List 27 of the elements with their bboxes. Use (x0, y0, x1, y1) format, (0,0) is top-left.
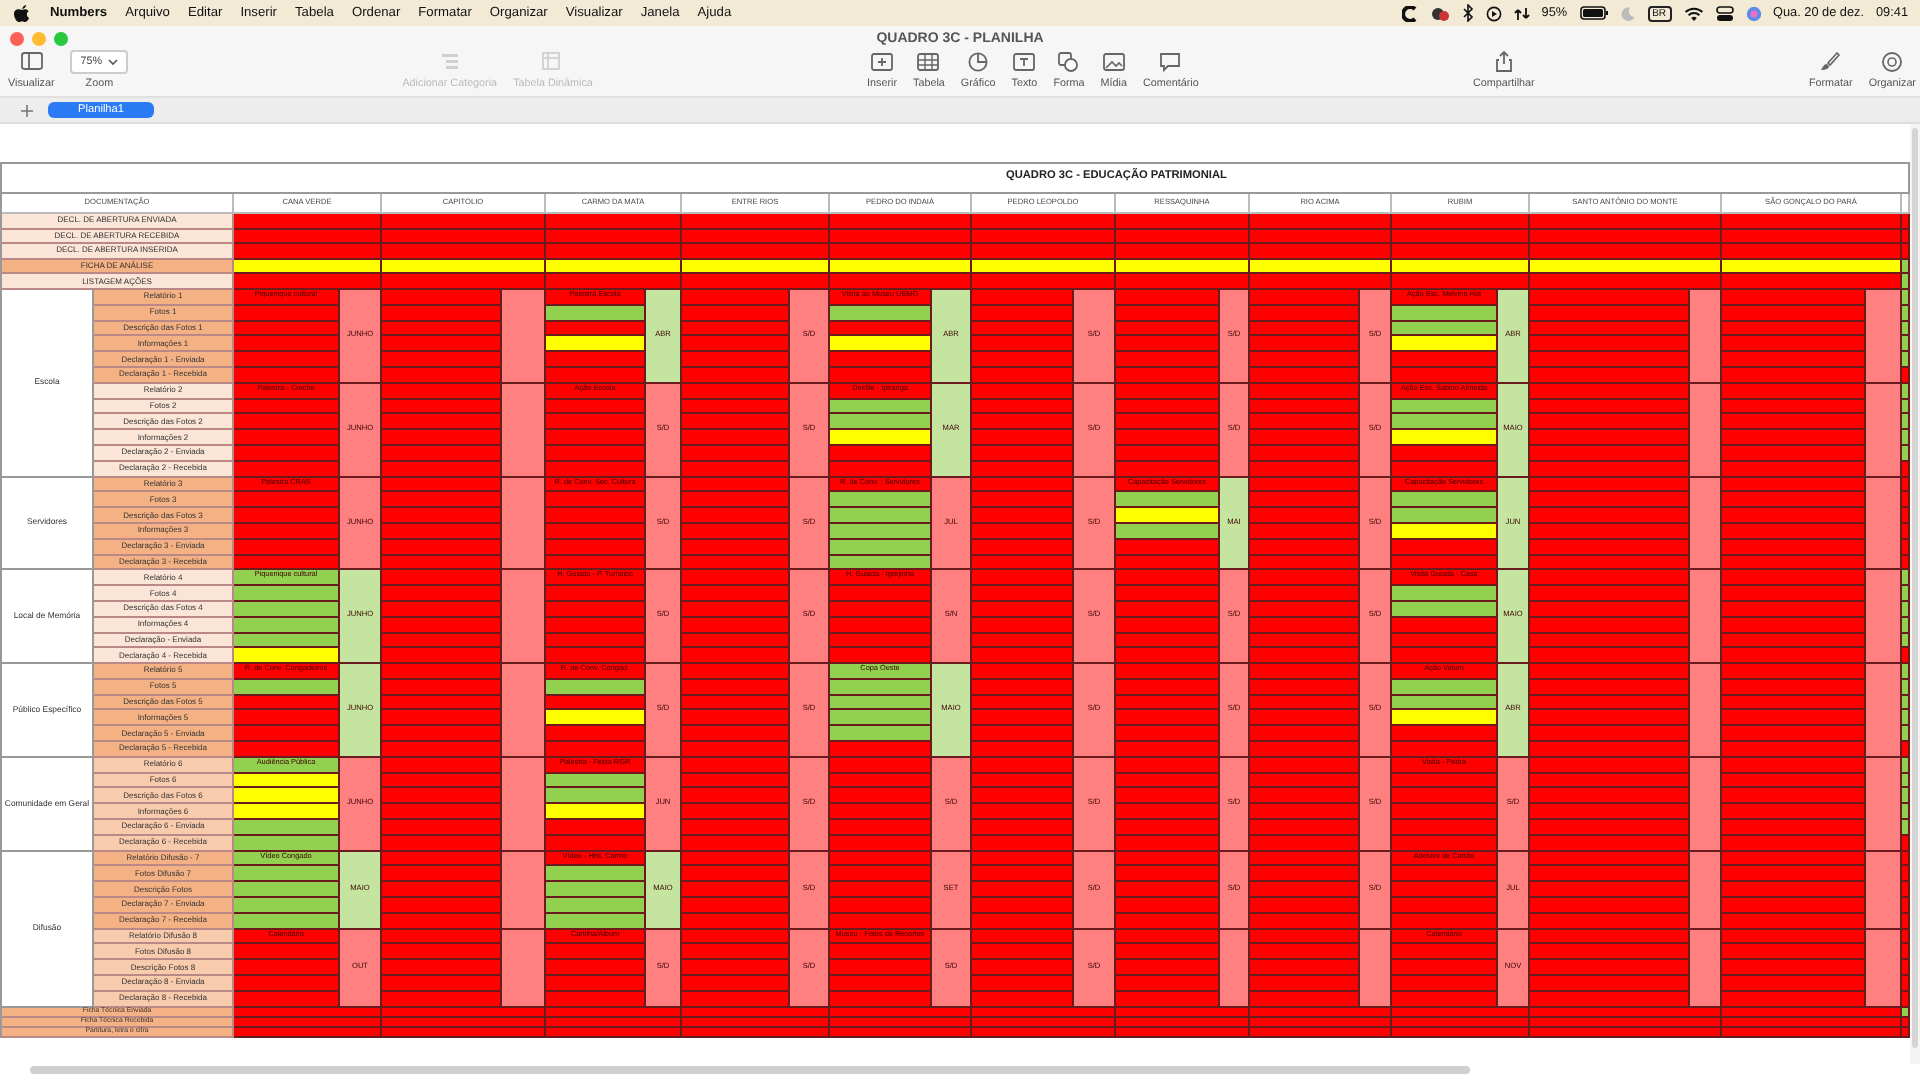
caret-icon (108, 58, 119, 66)
chart-icon[interactable] (966, 50, 991, 74)
category-icon (437, 50, 462, 74)
bluetooth-icon[interactable] (1461, 4, 1474, 22)
insert-icon[interactable] (870, 50, 895, 74)
c-logo-icon[interactable] (1401, 5, 1418, 21)
add-sheet-icon[interactable] (20, 103, 34, 117)
scrollbar-thumb[interactable] (30, 1066, 1470, 1074)
organize-icon[interactable] (1880, 50, 1905, 74)
apple-logo-icon (14, 4, 30, 22)
text-box-icon[interactable] (1012, 50, 1037, 74)
close-button[interactable] (10, 32, 24, 46)
picture-icon[interactable] (1101, 50, 1126, 74)
shape-icon[interactable] (1056, 50, 1081, 74)
scrollbar-thumb[interactable] (1912, 128, 1918, 1048)
sidebar-icon[interactable] (19, 50, 44, 74)
pivot-table-icon (540, 50, 565, 74)
comment-icon[interactable] (1158, 50, 1183, 74)
wifi-icon[interactable] (1683, 5, 1704, 21)
control-center-icon[interactable] (1715, 5, 1734, 21)
siri-icon[interactable] (1745, 5, 1762, 21)
cloud-icon[interactable] (1429, 5, 1450, 21)
table-icon[interactable] (916, 50, 941, 74)
share-icon[interactable] (1491, 50, 1516, 74)
play-circle-icon[interactable] (1485, 5, 1502, 21)
paintbrush-icon[interactable] (1818, 50, 1843, 74)
battery-icon[interactable] (1579, 6, 1608, 20)
